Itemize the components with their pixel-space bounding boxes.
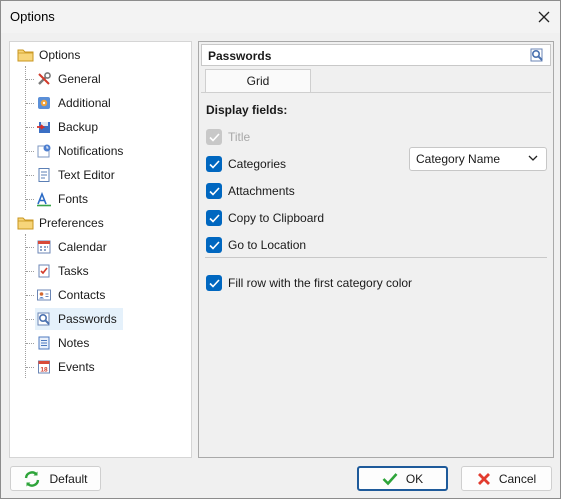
settings-panel: Passwords Grid Display fields: Title Cat… [198, 41, 554, 458]
notes-icon [35, 334, 53, 352]
tree-item-label: Passwords [58, 312, 117, 326]
tree-item-options[interactable]: Options [16, 44, 80, 66]
tab-grid[interactable]: Grid [205, 69, 311, 93]
tree-item-additional[interactable]: Additional [35, 92, 111, 114]
check-icon [208, 240, 220, 250]
select-value: Category Name [416, 152, 501, 166]
check-icon [208, 186, 220, 196]
calendar-icon [35, 238, 53, 256]
checkbox-box [206, 156, 222, 172]
passwords-icon [35, 310, 53, 328]
display-fields-label: Display fields: [206, 103, 288, 117]
checkbox-box [206, 129, 222, 145]
checkbox-label: Copy to Clipboard [228, 211, 325, 225]
tree-item-text-editor[interactable]: Text Editor [35, 164, 115, 186]
checkmark-icon [382, 472, 398, 486]
tree-item-label: Notifications [58, 144, 124, 158]
checkbox-box [206, 237, 222, 253]
tree-item-preferences[interactable]: Preferences [16, 212, 104, 234]
ok-button[interactable]: OK [357, 466, 448, 491]
tree-item-label: Events [58, 360, 95, 374]
refresh-icon [23, 470, 41, 488]
tree-item-label: Calendar [58, 240, 107, 254]
checkbox-label: Attachments [228, 184, 295, 198]
tree-item-general[interactable]: General [35, 68, 101, 90]
chevron-down-icon [528, 155, 538, 161]
default-button-label: Default [49, 471, 88, 486]
events-icon: 18 [35, 358, 53, 376]
tree-item-label: Tasks [58, 264, 89, 278]
checkbox-box [206, 183, 222, 199]
panel-title: Passwords [208, 49, 272, 63]
folder-icon [16, 214, 34, 232]
events-badge: 18 [40, 367, 48, 374]
tree-item-label: Preferences [39, 216, 104, 230]
options-tree: Options General Additional Backup Notifi… [9, 41, 192, 458]
options-dialog: Options Options General Additional Backu… [0, 0, 561, 499]
tree-item-label: Notes [58, 336, 90, 350]
tree-item-label: Fonts [58, 192, 89, 206]
checkbox-label: Categories [228, 157, 287, 171]
check-icon [208, 159, 220, 169]
checkbox-box [206, 275, 222, 291]
default-button[interactable]: Default [10, 466, 101, 491]
tree-item-label: Contacts [58, 288, 106, 302]
tab-bar-line [201, 92, 551, 93]
check-icon [208, 213, 220, 223]
tasks-icon [35, 262, 53, 280]
close-icon [538, 11, 550, 23]
tree-item-events[interactable]: 18 Events [35, 356, 95, 378]
checkbox-label: Go to Location [228, 238, 307, 252]
tree-item-notes[interactable]: Notes [35, 332, 89, 354]
checkbox-go-to-location[interactable]: Go to Location [206, 236, 306, 254]
checkbox-categories[interactable]: Categories [206, 155, 286, 173]
checkbox-label: Title [228, 130, 251, 144]
tree-item-tasks[interactable]: Tasks [35, 260, 89, 282]
close-button[interactable] [528, 1, 560, 33]
cancel-x-icon [477, 472, 491, 486]
contacts-icon [35, 286, 53, 304]
notification-icon [35, 142, 53, 160]
divider [205, 257, 547, 258]
tree-item-label: Options [39, 48, 81, 62]
cancel-button[interactable]: Cancel [461, 466, 552, 491]
tree-item-passwords[interactable]: Passwords [35, 308, 123, 330]
fonts-icon [35, 190, 53, 208]
tree-item-label: General [58, 72, 101, 86]
folder-icon [16, 46, 34, 64]
cancel-button-label: Cancel [498, 471, 537, 486]
checkbox-attachments[interactable]: Attachments [206, 182, 295, 200]
tree-item-label: Backup [58, 120, 99, 134]
tree-item-notifications[interactable]: Notifications [35, 140, 123, 162]
panel-header: Passwords [201, 44, 551, 66]
tree-item-label: Text Editor [58, 168, 115, 182]
tree-item-calendar[interactable]: Calendar [35, 236, 107, 258]
checkbox-title[interactable]: Title [206, 128, 250, 146]
ok-button-label: OK [405, 471, 424, 486]
check-icon [208, 132, 220, 142]
tools-icon [35, 70, 53, 88]
text-editor-icon [35, 166, 53, 184]
tree-item-backup[interactable]: Backup [35, 116, 98, 138]
passwords-icon [529, 47, 545, 66]
checkbox-box [206, 210, 222, 226]
settings-icon [35, 94, 53, 112]
checkbox-fill-row-category-color[interactable]: Fill row with the first category color [206, 274, 412, 292]
checkbox-copy-to-clipboard[interactable]: Copy to Clipboard [206, 209, 324, 227]
backup-icon [35, 118, 53, 136]
tree-item-contacts[interactable]: Contacts [35, 284, 105, 306]
window-title: Options [10, 9, 55, 24]
title-bar: Options [1, 1, 560, 33]
tree-item-label: Additional [58, 96, 111, 110]
checkbox-label: Fill row with the first category color [228, 276, 413, 290]
tree-item-fonts[interactable]: Fonts [35, 188, 88, 210]
category-display-select[interactable]: Category Name [409, 147, 547, 171]
check-icon [208, 278, 220, 288]
